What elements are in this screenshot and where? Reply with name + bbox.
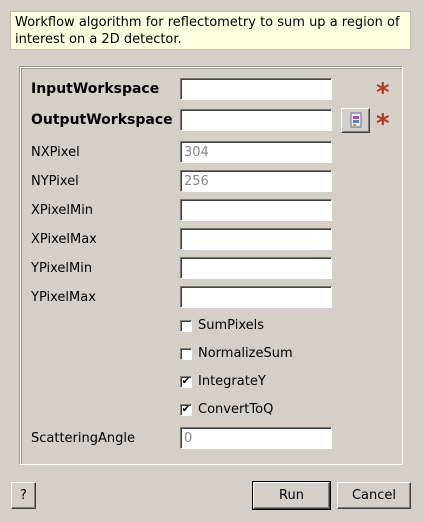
- ypixelmin-field[interactable]: [180, 257, 332, 279]
- input-workspace-field[interactable]: [180, 78, 332, 100]
- scattering-angle-field: [180, 427, 332, 449]
- xpixelmax-field[interactable]: [180, 228, 332, 250]
- algorithm-description: Workflow algorithm for reflectometry to …: [10, 11, 411, 50]
- normalize-sum-option[interactable]: NormalizeSum: [180, 346, 293, 361]
- xpixelmin-label: XPixelMin: [31, 203, 94, 218]
- ypixelmax-label: YPixelMax: [31, 290, 96, 305]
- scattering-angle-label: ScatteringAngle: [31, 431, 135, 446]
- sum-pixels-label: SumPixels: [198, 318, 264, 333]
- convert-to-q-option[interactable]: ✔ ConvertToQ: [180, 402, 273, 417]
- nypixel-label: NYPixel: [31, 174, 79, 189]
- required-asterisk-icon: *: [376, 78, 390, 108]
- workspace-browse-icon: [350, 112, 361, 128]
- workspace-browse-button[interactable]: [341, 108, 370, 133]
- normalize-sum-checkbox[interactable]: [180, 347, 192, 360]
- xpixelmin-field[interactable]: [180, 199, 332, 221]
- run-button[interactable]: Run: [252, 481, 331, 510]
- sum-pixels-checkbox[interactable]: [180, 319, 192, 332]
- cancel-button[interactable]: Cancel: [337, 482, 411, 509]
- nxpixel-label: NXPixel: [31, 145, 80, 160]
- output-workspace-label: OutputWorkspace: [31, 112, 173, 128]
- required-asterisk-icon: *: [376, 109, 390, 139]
- output-workspace-field[interactable]: [180, 109, 332, 131]
- normalize-sum-label: NormalizeSum: [198, 346, 293, 361]
- integrate-y-label: IntegrateY: [198, 374, 266, 389]
- integrate-y-checkbox[interactable]: ✔: [180, 375, 192, 388]
- ypixelmin-label: YPixelMin: [31, 261, 93, 276]
- help-button[interactable]: ?: [11, 482, 36, 509]
- sum-pixels-option[interactable]: SumPixels: [180, 318, 264, 333]
- integrate-y-option[interactable]: ✔ IntegrateY: [180, 374, 266, 389]
- convert-to-q-label: ConvertToQ: [198, 402, 274, 417]
- convert-to-q-checkbox[interactable]: ✔: [180, 403, 192, 416]
- xpixelmax-label: XPixelMax: [31, 232, 97, 247]
- nypixel-field: [180, 170, 332, 192]
- nxpixel-field: [180, 141, 332, 163]
- input-workspace-label: InputWorkspace: [31, 81, 160, 97]
- ypixelmax-field[interactable]: [180, 286, 332, 308]
